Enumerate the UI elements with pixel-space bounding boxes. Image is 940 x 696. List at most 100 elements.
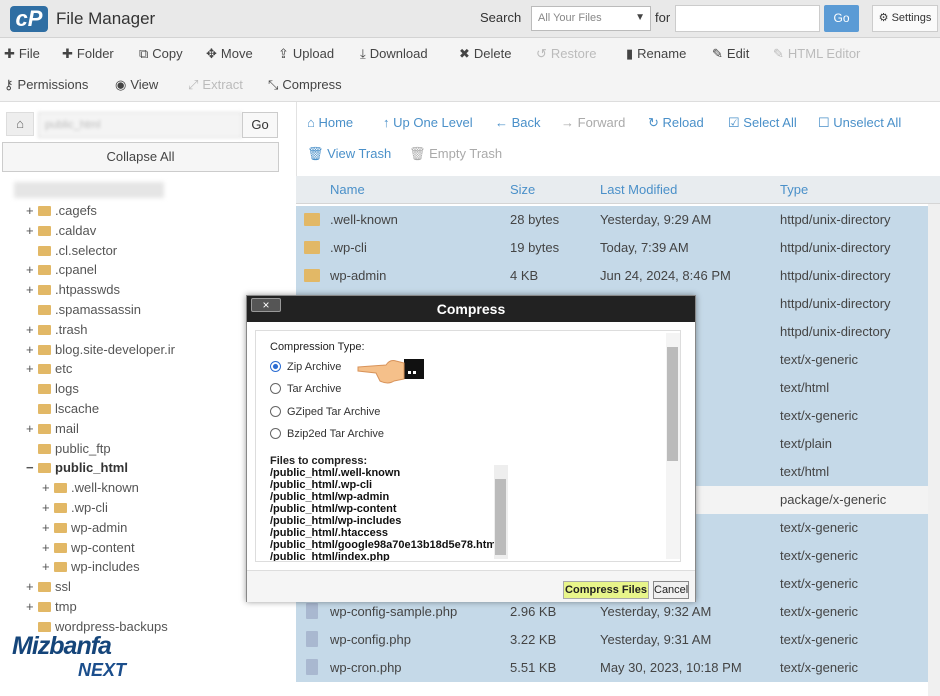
move-button[interactable]: ✥ Move	[206, 46, 253, 62]
tree-item[interactable]: + wp-admin	[42, 519, 127, 537]
tree-root-home[interactable]	[14, 182, 164, 198]
restore-icon: ↺	[536, 46, 547, 61]
bzip2ed-tar-archive-radio[interactable]: Bzip2ed Tar Archive	[270, 428, 384, 440]
dialog-footer: Compress Files Cancel	[247, 570, 695, 602]
expand-toggle[interactable]: +	[26, 321, 38, 339]
file-list-scrollbar[interactable]	[494, 465, 508, 559]
collapse-all-button[interactable]: Collapse All	[2, 142, 279, 172]
grid-scrollbar[interactable]	[928, 204, 940, 696]
tree-item[interactable]: + wp-content	[42, 539, 135, 557]
expand-toggle[interactable]: −	[26, 459, 38, 477]
tree-item[interactable]: + tmp	[26, 598, 77, 616]
search-input[interactable]	[675, 5, 820, 32]
tree-item-label: public_ftp	[55, 440, 111, 456]
tree-item[interactable]: + .cpanel	[26, 261, 97, 279]
table-row[interactable]: .well-known 28 bytes Yesterday, 9:29 AM htt…	[296, 206, 940, 234]
search-scope-select[interactable]: All Your Files ▼	[531, 6, 651, 31]
nav-back-button[interactable]: ← Back	[495, 115, 541, 130]
tree-item[interactable]: + .htpasswds	[26, 281, 120, 299]
nav-view-trash-button[interactable]: 🗑 View Trash	[307, 146, 391, 162]
download-button[interactable]: ⤓ Download	[360, 46, 428, 62]
tar-archive-radio[interactable]: Tar Archive	[270, 383, 341, 395]
expand-toggle[interactable]: +	[42, 558, 54, 576]
column-name-header[interactable]: Name	[330, 182, 365, 197]
tree-item[interactable]: + ssl	[26, 578, 71, 596]
tree-item-label: wp-admin	[71, 519, 128, 535]
expand-toggle[interactable]: +	[26, 578, 38, 596]
tree-item[interactable]: .cl.selector	[26, 242, 117, 260]
restore-button[interactable]: ↺ Restore	[536, 46, 596, 62]
edit-button[interactable]: ✎ Edit	[712, 46, 749, 62]
nav-up-one-level-button[interactable]: ↑ Up One Level	[383, 115, 473, 130]
cancel-button[interactable]: Cancel	[653, 581, 689, 599]
copy-button[interactable]: ⧉ Copy	[139, 46, 183, 62]
expand-toggle[interactable]: +	[42, 499, 54, 517]
view-button[interactable]: ◉ View	[115, 77, 158, 93]
table-row[interactable]: wp-config.php 3.22 KB Yesterday, 9:31 AM te…	[296, 626, 940, 654]
tree-item[interactable]: + .cagefs	[26, 202, 97, 220]
path-go-button[interactable]: Go	[242, 112, 278, 138]
top-bar: cP File Manager Search All Your Files ▼ f…	[0, 0, 940, 38]
tree-item[interactable]: lscache	[26, 400, 99, 418]
tree-item[interactable]: + .trash	[26, 321, 88, 339]
tree-item[interactable]: + .caldav	[26, 222, 96, 240]
folder-button[interactable]: ✚ Folder	[62, 46, 114, 62]
extract-button[interactable]: ⤢ Extract	[188, 77, 243, 93]
tree-item[interactable]: + .well-known	[42, 479, 139, 497]
path-input[interactable]: public_html	[38, 112, 242, 138]
nav-forward-button[interactable]: → Forward	[561, 115, 625, 130]
compress-button[interactable]: ⤡ Compress	[268, 77, 342, 93]
expand-toggle[interactable]: +	[26, 281, 38, 299]
expand-toggle[interactable]: +	[42, 519, 54, 537]
column-size-header[interactable]: Size	[510, 182, 535, 197]
table-row[interactable]: wp-config-sample.php 2.96 KB Yesterday, 9:…	[296, 598, 940, 626]
table-row[interactable]: .wp-cli 19 bytes Today, 7:39 AM httpd/unix-…	[296, 234, 940, 262]
nav-select-all-button[interactable]: ☑ Select All	[728, 115, 797, 131]
upload-button[interactable]: ⇪ Upload	[278, 46, 334, 62]
home-icon[interactable]: ⌂	[6, 112, 34, 136]
nav-home-button[interactable]: ⌂ Home	[307, 115, 353, 130]
expand-toggle[interactable]: +	[26, 341, 38, 359]
expand-toggle[interactable]: +	[42, 479, 54, 497]
expand-toggle[interactable]: +	[26, 222, 38, 240]
tree-item[interactable]: + blog.site-developer.ir	[26, 341, 175, 359]
html-editor-button[interactable]: ✎ HTML Editor	[773, 46, 860, 62]
search-go-button[interactable]: Go	[824, 5, 859, 32]
gziped-tar-archive-radio[interactable]: GZiped Tar Archive	[270, 406, 380, 418]
tree-item[interactable]: .spamassassin	[26, 301, 141, 319]
tree-item-label: tmp	[55, 599, 77, 614]
tree-item[interactable]: + .wp-cli	[42, 499, 108, 517]
expand-toggle[interactable]: +	[42, 539, 54, 557]
permissions-button[interactable]: ⚷ Permissions	[4, 77, 88, 93]
zip-archive-radio[interactable]: Zip Archive	[270, 361, 341, 373]
tree-item[interactable]: + etc	[26, 360, 72, 378]
table-row[interactable]: wp-cron.php 5.51 KB May 30, 2023, 10:18 PM…	[296, 654, 940, 682]
scrollbar-thumb[interactable]	[667, 347, 678, 461]
nav-empty-trash-button[interactable]: 🗑 Empty Trash	[409, 146, 502, 162]
cell-type: text/html	[780, 380, 830, 395]
file-button[interactable]: ✚ File	[4, 46, 40, 62]
column-type-header[interactable]: Type	[780, 182, 808, 197]
settings-button[interactable]: ⚙ Settings	[872, 5, 938, 32]
column-last-modified-header[interactable]: Last Modified	[600, 182, 677, 197]
expand-toggle[interactable]: +	[26, 420, 38, 438]
nav-reload-button[interactable]: ↻ Reload	[648, 115, 704, 131]
expand-toggle[interactable]: +	[26, 261, 38, 279]
scrollbar-thumb[interactable]	[495, 479, 506, 555]
tree-item[interactable]: + wp-includes	[42, 558, 140, 576]
expand-toggle[interactable]: +	[26, 202, 38, 220]
cell-size: 3.22 KB	[510, 632, 557, 647]
nav-unselect-all-button[interactable]: ☐ Unselect All	[818, 115, 901, 131]
expand-toggle[interactable]: +	[26, 360, 38, 378]
tree-item[interactable]: logs	[26, 380, 79, 398]
rename-button[interactable]: ▮ Rename	[626, 46, 686, 62]
close-icon[interactable]: ×	[251, 298, 281, 312]
dialog-scrollbar[interactable]	[666, 333, 680, 559]
table-row[interactable]: wp-admin 4 KB Jun 24, 2024, 8:46 PM httpd/u…	[296, 262, 940, 290]
compress-files-button[interactable]: Compress Files	[563, 581, 649, 599]
tree-item[interactable]: public_ftp	[26, 440, 111, 458]
tree-item[interactable]: + mail	[26, 420, 79, 438]
delete-button[interactable]: ✖ Delete	[459, 46, 511, 62]
tree-item[interactable]: − public_html	[26, 459, 128, 477]
expand-toggle[interactable]: +	[26, 598, 38, 616]
